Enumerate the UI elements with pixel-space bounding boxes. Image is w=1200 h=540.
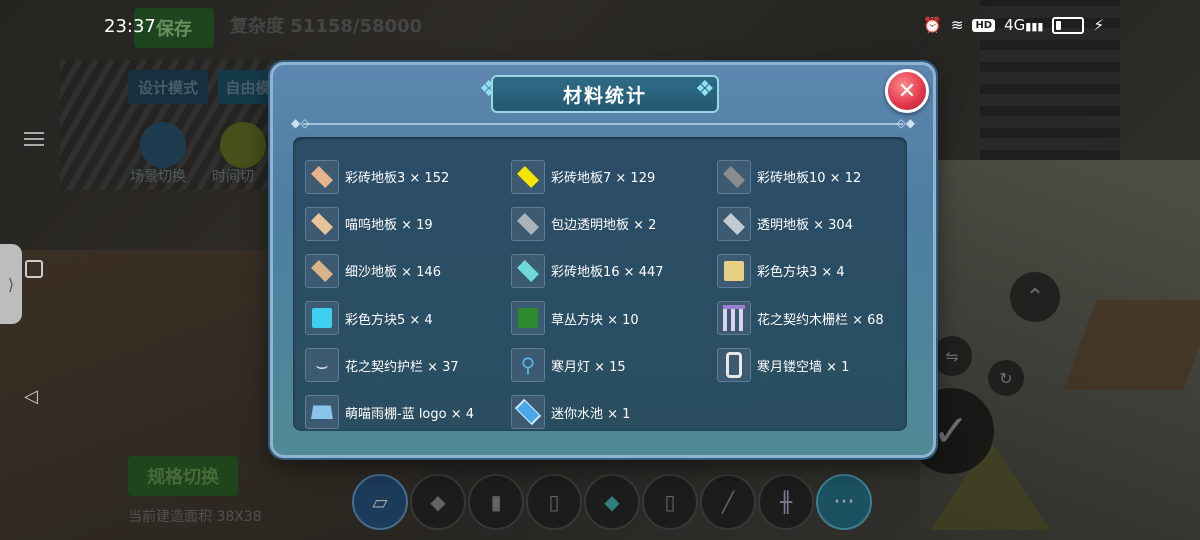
title-divider	[303, 123, 903, 125]
material-label: 彩色方块5 × 4	[345, 312, 433, 328]
material-label: 彩砖地板16 × 447	[551, 265, 664, 281]
close-button[interactable]: ✕	[885, 69, 929, 113]
material-label: 寒月镂空墙 × 1	[757, 359, 850, 375]
tile-icon	[305, 159, 339, 194]
material-item: 透明地板 × 304	[717, 200, 917, 247]
material-item: 草丛方块 × 10	[511, 295, 717, 342]
signal-icon: 4G▮▮▮	[1004, 16, 1044, 34]
divider-ornament-left-icon: ◆◇	[291, 116, 310, 130]
material-item: 彩砖地板16 × 447	[511, 247, 717, 294]
material-label: 彩砖地板3 × 152	[345, 171, 450, 186]
material-item: 迷你水池 × 1	[511, 389, 717, 436]
tile-icon	[511, 159, 545, 194]
tile-icon	[305, 253, 339, 288]
material-label: 喵呜地板 × 19	[345, 218, 433, 234]
title-ornament-right-icon: ❖	[695, 77, 715, 102]
material-label: 透明地板 × 304	[757, 218, 853, 234]
tile-icon	[511, 253, 545, 288]
wifi-icon: ≋	[950, 16, 964, 34]
material-item: 包边透明地板 × 2	[511, 200, 717, 247]
materials-grid: 彩砖地板3 × 152 彩砖地板7 × 129 彩砖地板10 × 12 喵呜地板 × …	[305, 153, 917, 436]
material-item: ⌣ 花之契约护栏 × 37	[305, 342, 511, 389]
charging-icon: ⚡	[1093, 16, 1104, 34]
lamp-icon: ⚲	[511, 348, 545, 383]
material-item: 寒月镂空墙 × 1	[717, 342, 917, 389]
alarm-icon: ⏰	[923, 16, 942, 34]
material-label: 萌喵雨棚-蓝 logo × 4	[345, 406, 475, 422]
hd-icon: HD	[972, 18, 996, 32]
back-icon[interactable]: ◁	[24, 386, 38, 407]
pool-icon	[511, 395, 545, 430]
materials-panel: 彩砖地板3 × 152 彩砖地板7 × 129 彩砖地板10 × 12 喵呜地板 × …	[293, 137, 907, 431]
material-stats-dialog: ❖ 材料统计 ❖ ◆◇ ◇◆ ✕ 彩砖地板3 × 152 彩砖地板7 × 129 彩…	[270, 62, 936, 458]
status-icons: ⏰ ≋ HD 4G▮▮▮ ⚡	[923, 16, 1104, 34]
tile-icon	[717, 206, 751, 241]
menu-icon[interactable]	[24, 128, 44, 150]
material-item: 彩色方块3 × 4	[717, 247, 917, 294]
battery-icon	[1052, 16, 1085, 34]
material-label: 草丛方块 × 10	[551, 312, 639, 328]
divider-ornament-right-icon: ◇◆	[896, 116, 915, 130]
material-item: 彩砖地板10 × 12	[717, 153, 917, 200]
dialog-title: 材料统计	[491, 75, 719, 113]
tile-icon	[511, 206, 545, 241]
material-label: 花之契约护栏 × 37	[345, 359, 459, 375]
material-label: 细沙地板 × 146	[345, 265, 441, 281]
material-item: 喵呜地板 × 19	[305, 200, 511, 247]
material-item: 彩色方块5 × 4	[305, 295, 511, 342]
tile-icon	[305, 206, 339, 241]
side-drawer-handle[interactable]: ⟩	[0, 244, 22, 324]
grass-cube-icon	[511, 301, 545, 336]
awning-icon	[305, 395, 339, 430]
material-item: 花之契约木栅栏 × 68	[717, 295, 917, 342]
system-nav: ⟩ ◁	[0, 0, 64, 540]
material-label: 彩色方块3 × 4	[757, 265, 845, 281]
material-item: ⚲ 寒月灯 × 15	[511, 342, 717, 389]
material-item: 彩砖地板7 × 129	[511, 153, 717, 200]
material-item: 萌喵雨棚-蓝 logo × 4	[305, 389, 511, 436]
material-label: 彩砖地板7 × 129	[551, 171, 656, 186]
material-label: 花之契约木栅栏 × 68	[757, 312, 884, 328]
material-item: 彩砖地板3 × 152	[305, 153, 511, 200]
fence-icon	[717, 301, 751, 336]
material-label: 寒月灯 × 15	[551, 359, 626, 375]
material-item: 细沙地板 × 146	[305, 247, 511, 294]
status-bar: 23:37 ⏰ ≋ HD 4G▮▮▮ ⚡	[0, 0, 1200, 56]
cube-icon	[305, 301, 339, 336]
cube-icon	[717, 253, 751, 288]
material-label: 迷你水池 × 1	[551, 406, 631, 422]
network-type-label: 4G	[1004, 16, 1026, 34]
material-label: 包边透明地板 × 2	[551, 218, 657, 234]
recents-icon[interactable]	[25, 260, 43, 278]
railing-icon: ⌣	[305, 348, 339, 383]
tile-icon	[717, 159, 751, 194]
material-label: 彩砖地板10 × 12	[757, 171, 862, 186]
hollow-wall-icon	[717, 348, 751, 383]
status-time: 23:37	[104, 16, 156, 37]
